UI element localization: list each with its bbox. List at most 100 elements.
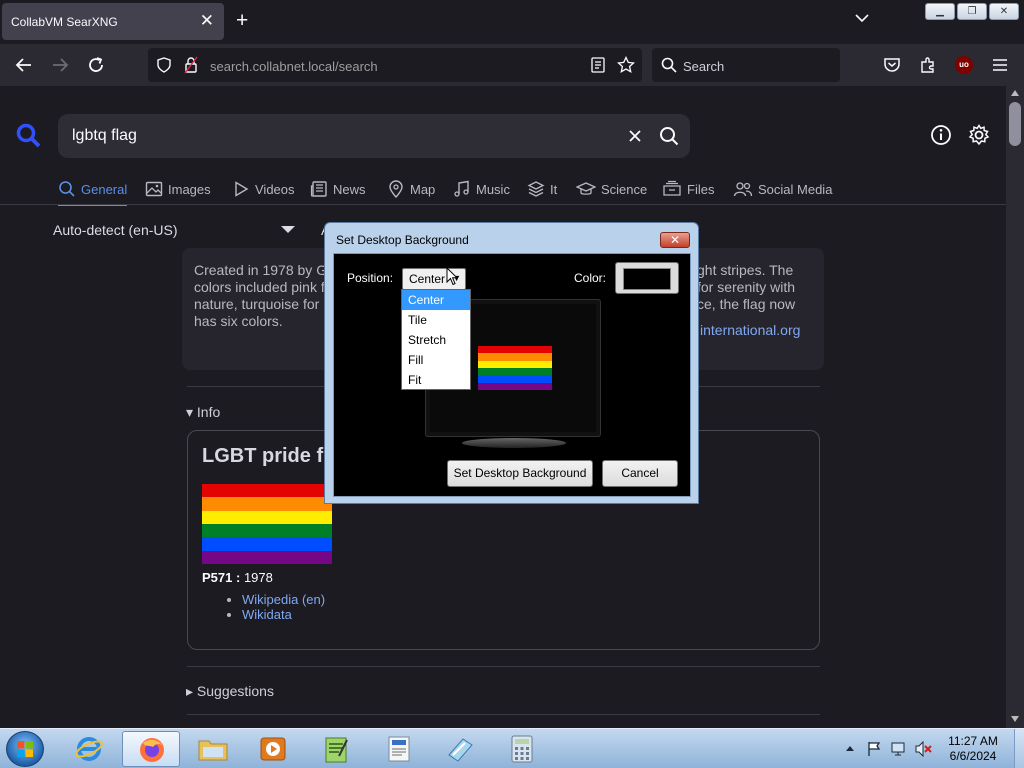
search-submit-icon[interactable] — [659, 126, 679, 146]
image-icon — [145, 181, 163, 197]
ublock-origin-icon[interactable]: uo — [955, 56, 973, 74]
taskbar-file-explorer[interactable] — [184, 731, 242, 767]
volume-muted-icon[interactable] — [914, 741, 932, 757]
flag-stripe — [202, 510, 332, 524]
option-center[interactable]: Center — [402, 290, 470, 310]
tab-images[interactable]: Images — [145, 176, 211, 202]
rainbow-flag-image — [202, 484, 332, 564]
tab-music[interactable]: Music — [453, 176, 510, 202]
people-icon — [733, 182, 753, 197]
taskbar-firefox[interactable] — [122, 731, 180, 767]
tab-label: Social Media — [758, 181, 833, 197]
tab-it[interactable]: It — [527, 176, 557, 202]
lock-icon[interactable] — [184, 56, 198, 74]
maximize-button[interactable]: ❐ — [957, 3, 987, 20]
tab-label: It — [550, 181, 558, 197]
search-icon — [59, 181, 75, 197]
browser-search-box[interactable]: Search — [652, 48, 840, 82]
extensions-icon[interactable] — [919, 56, 937, 74]
shield-icon[interactable] — [156, 57, 172, 73]
scroll-down-icon[interactable] — [1011, 716, 1019, 722]
tab-social-media[interactable]: Social Media — [733, 176, 832, 202]
search-icon — [661, 57, 677, 73]
taskbar-wordpad[interactable] — [370, 731, 428, 767]
show-desktop-button[interactable] — [1014, 729, 1024, 768]
forward-arrow-icon[interactable] — [51, 56, 69, 74]
system-clock[interactable]: 11:27 AM 6/6/2024 — [938, 734, 1008, 764]
taskbar-notepad-plus-plus[interactable] — [307, 731, 365, 767]
tab-science[interactable]: Science — [576, 176, 647, 202]
tab-videos[interactable]: Videos — [232, 176, 295, 202]
taskbar-snipping-tool[interactable] — [431, 731, 489, 767]
scroll-up-icon[interactable] — [1011, 90, 1019, 96]
tab-label: General — [81, 181, 128, 197]
flag-stripe — [478, 382, 552, 390]
tab-general[interactable]: General — [58, 176, 128, 206]
back-arrow-icon[interactable] — [15, 56, 33, 74]
option-tile[interactable]: Tile — [402, 310, 470, 330]
clock-date: 6/6/2024 — [949, 749, 997, 763]
color-label: Color: — [574, 271, 607, 285]
dialog-title: Set Desktop Background — [336, 233, 469, 247]
address-bar[interactable]: search.collabnet.local/search — [148, 48, 642, 82]
taskbar-calculator[interactable] — [493, 731, 551, 767]
search-query-input[interactable]: lgbtq flag — [72, 127, 137, 145]
bookmark-star-icon[interactable] — [617, 56, 635, 74]
reader-view-icon[interactable] — [590, 57, 606, 73]
show-hidden-icons-icon[interactable] — [846, 744, 854, 752]
taskbar-media-player[interactable] — [244, 731, 302, 767]
page-scrollbar[interactable] — [1006, 86, 1024, 728]
position-dropdown-list: Center Tile Stretch Fill Fit — [401, 289, 471, 390]
set-desktop-background-dialog: Set Desktop Background ✕ Position: Cente… — [324, 222, 699, 504]
set-desktop-background-button[interactable]: Set Desktop Background — [447, 460, 593, 487]
option-stretch[interactable]: Stretch — [402, 330, 470, 350]
minimize-button[interactable]: ▁ — [925, 3, 955, 20]
color-picker-button[interactable] — [615, 262, 679, 294]
url-text: search.collabnet.local/search — [210, 59, 378, 74]
chevron-down-icon[interactable] — [855, 13, 869, 23]
info-toggle[interactable]: ▾ Info — [186, 404, 220, 421]
scrollbar-thumb[interactable] — [1009, 102, 1021, 146]
info-icon[interactable] — [930, 124, 952, 146]
search-query-box[interactable]: lgbtq flag — [58, 114, 690, 158]
answer-text-right: ght stripes. The for serenity with ce, t… — [697, 262, 796, 312]
tab-files[interactable]: Files — [662, 176, 714, 202]
tab-collabvm-searxng[interactable]: CollabVM SearXNG ✕ — [2, 3, 224, 40]
new-tab-icon[interactable]: + — [236, 9, 248, 33]
settings-gear-icon[interactable] — [968, 124, 990, 146]
cancel-button[interactable]: Cancel — [602, 460, 678, 487]
dialog-close-button[interactable]: ✕ — [660, 232, 690, 248]
infobox-links: Wikipedia (en) Wikidata — [242, 592, 325, 622]
list-item: Wikipedia (en) — [242, 592, 325, 607]
close-tab-icon[interactable]: ✕ — [200, 11, 214, 31]
searxng-logo-icon[interactable] — [16, 123, 42, 149]
map-pin-icon — [389, 180, 403, 198]
pocket-icon[interactable] — [883, 56, 901, 74]
language-select[interactable]: Auto-detect (en-US) — [53, 222, 178, 238]
notepad-plus-plus-icon — [325, 737, 348, 763]
answer-link[interactable]: international.org — [700, 322, 800, 338]
clear-icon[interactable] — [628, 129, 642, 143]
taskbar: 11:27 AM 6/6/2024 — [0, 728, 1024, 768]
flag-stripe — [202, 523, 332, 538]
tab-title: CollabVM SearXNG — [11, 15, 118, 29]
start-button[interactable] — [6, 731, 44, 767]
caret-down-icon[interactable] — [281, 226, 295, 233]
clock-time: 11:27 AM — [948, 734, 998, 748]
close-window-button[interactable]: ✕ — [989, 3, 1019, 20]
taskbar-internet-explorer[interactable] — [60, 731, 118, 767]
tab-news[interactable]: News — [310, 176, 366, 202]
suggestions-toggle[interactable]: ▸ Suggestions — [186, 683, 274, 700]
reload-icon[interactable] — [87, 56, 105, 74]
action-center-flag-icon[interactable] — [866, 741, 882, 757]
option-fit[interactable]: Fit — [402, 370, 470, 390]
option-fill[interactable]: Fill — [402, 350, 470, 370]
tab-map[interactable]: Map — [387, 176, 435, 202]
wikidata-link[interactable]: Wikidata — [242, 607, 292, 622]
tab-label: Map — [410, 181, 436, 197]
wikipedia-link[interactable]: Wikipedia (en) — [242, 592, 325, 607]
hamburger-menu-icon[interactable] — [991, 56, 1009, 74]
url-host: search.collabnet.local — [210, 59, 336, 74]
p571-value: 1978 — [243, 570, 273, 585]
network-icon[interactable] — [890, 741, 906, 757]
